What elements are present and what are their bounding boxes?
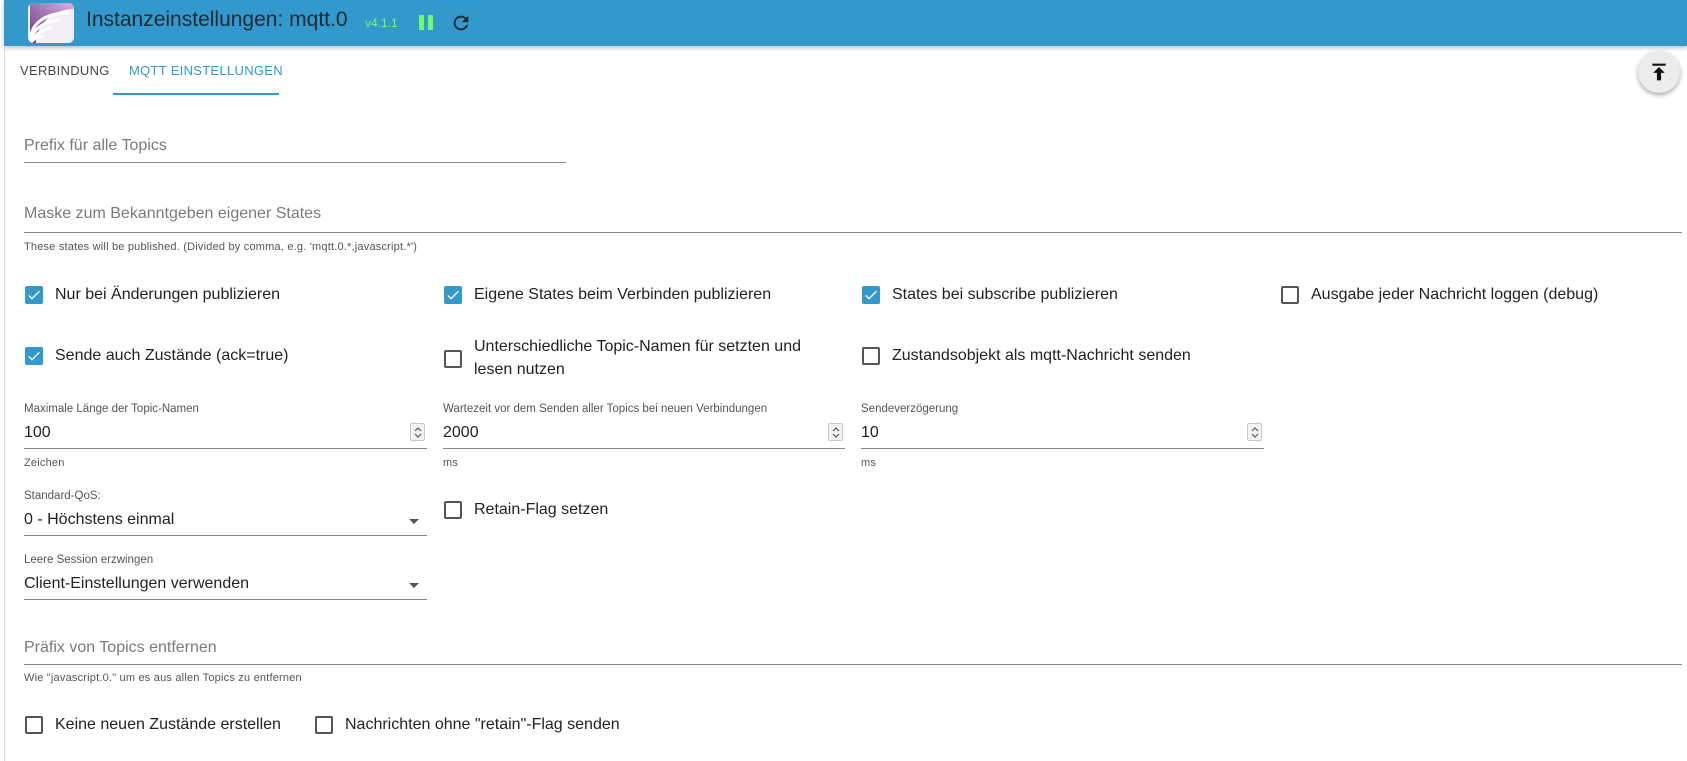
remove-prefix-helper-text: Wie "javascript.0." um es aus allen Topi… xyxy=(24,672,302,684)
active-tab-indicator xyxy=(113,93,279,95)
remove-prefix-input[interactable]: Präfix von Topics entfernen xyxy=(24,639,217,657)
version-label: v4.1.1 xyxy=(365,16,398,30)
only-changes-checkbox[interactable] xyxy=(25,286,43,304)
wait-time-unit: ms xyxy=(443,457,459,469)
mask-helper-text: These states will be published. (Divided… xyxy=(24,241,418,253)
wait-time-label: Wartezeit vor dem Senden aller Topics be… xyxy=(443,403,768,415)
debug-log-checkbox[interactable] xyxy=(1281,286,1299,304)
publish-own-on-connect-checkbox[interactable] xyxy=(444,286,462,304)
max-topic-length-label: Maximale Länge der Topic-Namen xyxy=(24,403,199,415)
no-new-states-checkbox[interactable] xyxy=(25,716,43,734)
retain-flag-checkbox[interactable] xyxy=(444,501,462,519)
send-delay-underline xyxy=(861,448,1264,449)
send-delay-unit: ms xyxy=(861,457,877,469)
qos-label: Standard-QoS: xyxy=(24,490,101,502)
page-title: Instanzeinstellungen: mqtt.0 xyxy=(86,8,348,31)
clean-session-dropdown-arrow-icon[interactable] xyxy=(409,583,419,588)
tab-verbindung[interactable]: VERBINDUNG xyxy=(20,63,110,78)
different-topic-names-label-line2: lesen nutzen xyxy=(474,361,565,378)
state-object-checkbox[interactable] xyxy=(862,347,880,365)
send-delay-label: Sendeverzögerung xyxy=(861,403,959,415)
mqtt-logo-icon xyxy=(28,3,74,43)
qos-dropdown-arrow-icon[interactable] xyxy=(409,519,419,524)
max-topic-length-underline xyxy=(24,448,427,449)
wait-time-input[interactable]: 2000 xyxy=(443,424,479,442)
clean-session-select[interactable]: Client-Einstellungen verwenden xyxy=(24,575,249,593)
no-new-states-label: Keine neuen Zustände erstellen xyxy=(55,716,281,733)
only-changes-label: Nur bei Änderungen publizieren xyxy=(55,286,281,303)
qos-select[interactable]: 0 - Höchstens einmal xyxy=(24,511,174,529)
remove-prefix-underline xyxy=(24,664,1682,665)
reload-icon[interactable] xyxy=(450,12,472,34)
app-header: Instanzeinstellungen: mqtt.0 v4.1.1 xyxy=(4,0,1687,46)
pause-icon[interactable] xyxy=(418,14,434,31)
prefix-input[interactable]: Prefix für alle Topics xyxy=(24,137,167,155)
clean-session-underline xyxy=(24,599,427,600)
send-ack-label: Sende auch Zustände (ack=true) xyxy=(55,347,289,364)
qos-underline xyxy=(24,535,427,536)
send-delay-spinner[interactable] xyxy=(1247,423,1262,441)
publish-on-subscribe-label: States bei subscribe publizieren xyxy=(892,286,1118,303)
publish-own-on-connect-label: Eigene States beim Verbinden publizieren xyxy=(474,286,772,303)
state-object-label: Zustandsobjekt als mqtt-Nachricht senden xyxy=(892,347,1191,364)
tab-mqtt-einstellungen[interactable]: MQTT EINSTELLUNGEN xyxy=(129,63,283,78)
scroll-to-top-icon xyxy=(1652,63,1666,81)
send-ack-checkbox[interactable] xyxy=(25,347,43,365)
no-retain-checkbox[interactable] xyxy=(315,716,333,734)
frame-border xyxy=(4,46,5,761)
mask-input-underline xyxy=(24,232,1682,233)
different-topic-names-checkbox[interactable] xyxy=(444,350,462,368)
publish-on-subscribe-checkbox[interactable] xyxy=(862,286,880,304)
retain-flag-label: Retain-Flag setzen xyxy=(474,501,609,518)
no-retain-label: Nachrichten ohne "retain"-Flag senden xyxy=(345,716,620,733)
mask-input[interactable]: Maske zum Bekanntgeben eigener States xyxy=(24,205,321,223)
max-topic-length-spinner[interactable] xyxy=(410,423,425,441)
max-topic-length-unit: Zeichen xyxy=(24,457,65,469)
clean-session-label: Leere Session erzwingen xyxy=(24,554,154,566)
prefix-input-underline xyxy=(24,162,566,163)
wait-time-underline xyxy=(443,448,845,449)
max-topic-length-input[interactable]: 100 xyxy=(24,424,51,442)
different-topic-names-label-line1: Unterschiedliche Topic-Namen für setzten… xyxy=(474,338,801,355)
wait-time-spinner[interactable] xyxy=(828,423,843,441)
scroll-to-top-button[interactable] xyxy=(1638,51,1680,93)
debug-log-label: Ausgabe jeder Nachricht loggen (debug) xyxy=(1311,286,1599,303)
send-delay-input[interactable]: 10 xyxy=(861,424,879,442)
